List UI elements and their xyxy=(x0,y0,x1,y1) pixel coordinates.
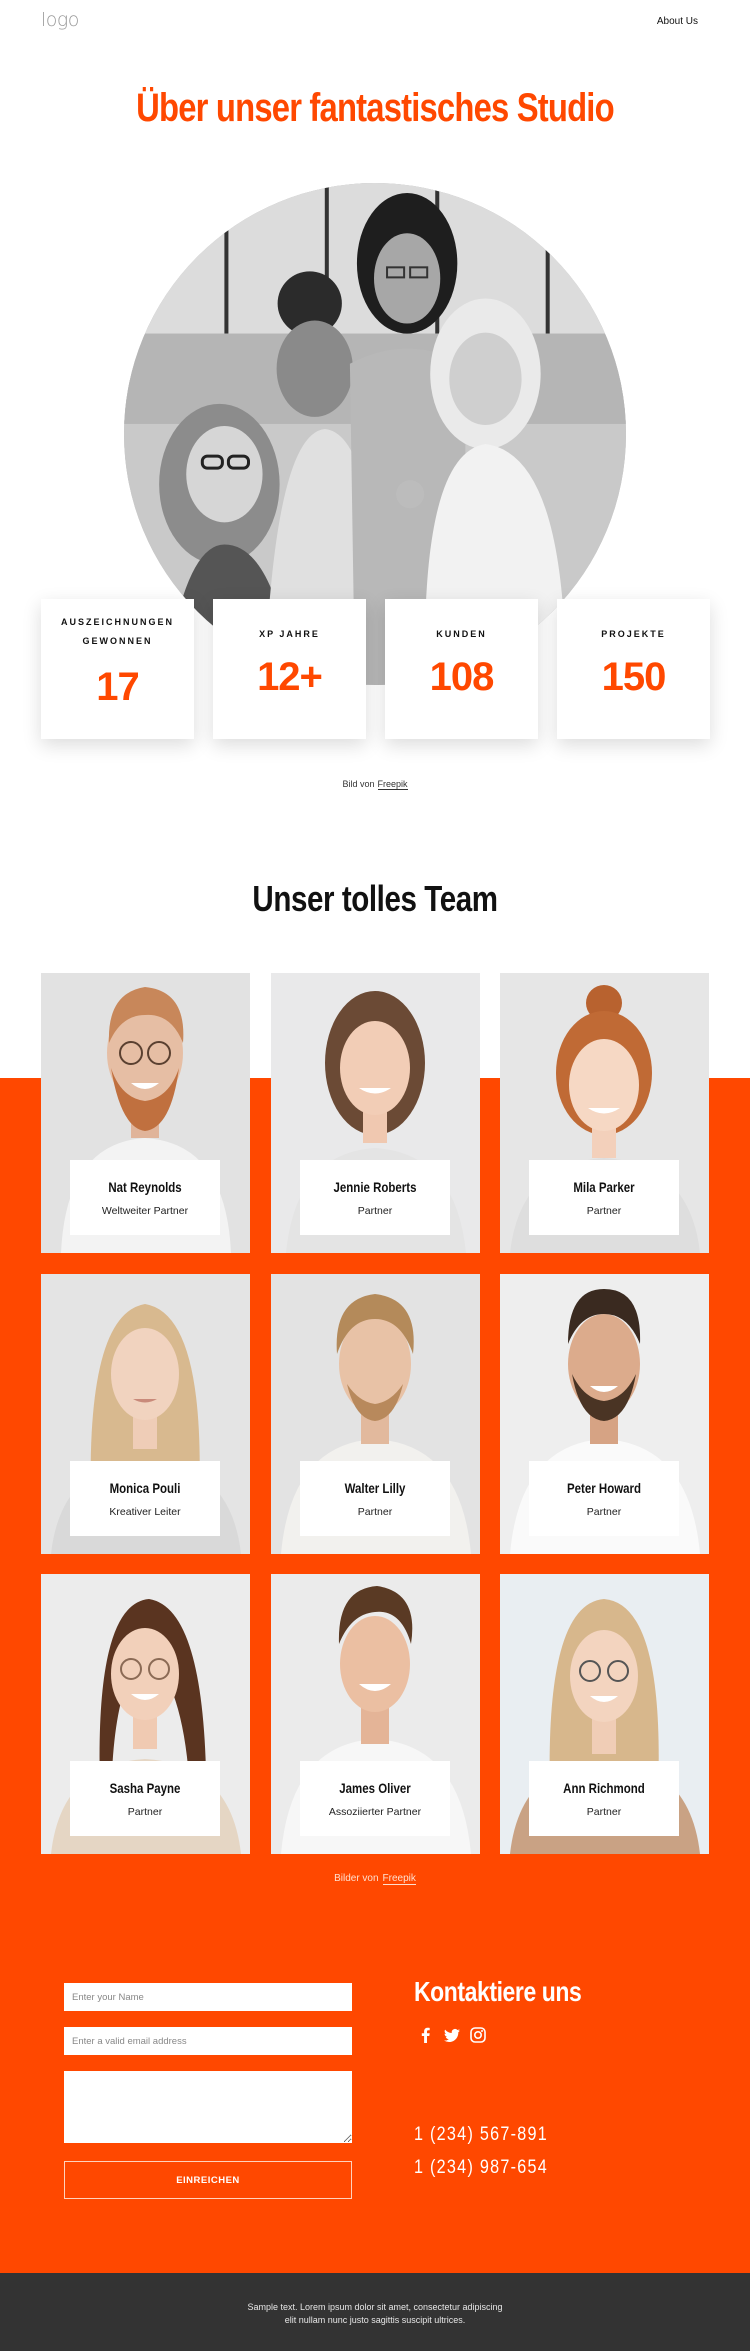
stat-value: 12+ xyxy=(257,655,323,699)
team-member-card: James Oliver Assoziierter Partner xyxy=(271,1574,480,1854)
stat-card-projects: PROJEKTE 150 xyxy=(557,599,710,739)
stats-row: AUSZEICHNUNGEN GEWONNEN 17 XP JAHRE 12+ … xyxy=(41,599,710,739)
member-name: Peter Howard xyxy=(566,1480,642,1496)
member-info-box: Mila Parker Partner xyxy=(529,1160,679,1235)
freepik-link[interactable]: Freepik xyxy=(377,779,408,790)
phone-number[interactable]: 1 (234) 987-654 xyxy=(414,2157,548,2179)
credit-prefix: Bilder von xyxy=(334,1873,379,1884)
stat-card-clients: KUNDEN 108 xyxy=(385,599,538,739)
stat-label: KUNDEN xyxy=(436,629,487,639)
team-member-card: Ann Richmond Partner xyxy=(500,1574,709,1854)
member-role: Weltweiter Partner xyxy=(101,1205,189,1217)
member-name: Sasha Payne xyxy=(109,1780,181,1796)
member-info-box: Nat Reynolds Weltweiter Partner xyxy=(70,1160,220,1235)
stat-value: 108 xyxy=(429,655,495,699)
member-info-box: Peter Howard Partner xyxy=(529,1461,679,1536)
name-input[interactable] xyxy=(64,1983,352,2011)
team-member-card: Nat Reynolds Weltweiter Partner xyxy=(41,973,250,1253)
page-title: Über unser fantastisches Studio xyxy=(136,86,614,130)
phone-number[interactable]: 1 (234) 567-891 xyxy=(414,2124,548,2146)
member-role: Partner xyxy=(357,1506,393,1518)
member-info-box: Walter Lilly Partner xyxy=(300,1461,450,1536)
member-name: Walter Lilly xyxy=(344,1480,406,1496)
hero-image-credit: Bild von Freepik xyxy=(0,779,750,790)
member-role: Kreativer Leiter xyxy=(109,1506,181,1518)
submit-button[interactable]: EINREICHEN xyxy=(64,2161,352,2199)
team-section-title: Unser tolles Team xyxy=(252,878,498,919)
member-info-box: Ann Richmond Partner xyxy=(529,1761,679,1836)
stat-value: 17 xyxy=(96,665,140,709)
member-role: Partner xyxy=(586,1806,622,1818)
footer-text: Sample text. Lorem ipsum dolor sit amet,… xyxy=(247,2302,503,2325)
contact-title: Kontaktiere uns xyxy=(414,1976,582,2007)
site-header: logo About Us xyxy=(0,0,750,50)
facebook-icon[interactable] xyxy=(418,2027,434,2043)
site-footer: Sample text. Lorem ipsum dolor sit amet,… xyxy=(0,2273,750,2351)
member-role: Partner xyxy=(357,1205,393,1217)
member-role: Assoziierter Partner xyxy=(328,1806,422,1818)
freepik-link[interactable]: Freepik xyxy=(382,1873,416,1885)
social-links xyxy=(418,2027,486,2043)
logo[interactable]: logo xyxy=(41,9,79,31)
team-member-card: Mila Parker Partner xyxy=(500,973,709,1253)
stat-card-awards: AUSZEICHNUNGEN GEWONNEN 17 xyxy=(41,599,194,739)
stat-label: PROJEKTE xyxy=(601,629,666,639)
member-name: Jennie Roberts xyxy=(333,1179,417,1195)
member-role: Partner xyxy=(127,1806,163,1818)
member-name: Nat Reynolds xyxy=(108,1179,182,1195)
member-role: Partner xyxy=(586,1205,622,1217)
team-member-card: Jennie Roberts Partner xyxy=(271,973,480,1253)
team-member-card: Monica Pouli Kreativer Leiter xyxy=(41,1274,250,1554)
twitter-icon[interactable] xyxy=(444,2027,460,2043)
instagram-icon[interactable] xyxy=(470,2027,486,2043)
stat-label: AUSZEICHNUNGEN GEWONNEN xyxy=(60,617,174,646)
stat-card-xp-years: XP JAHRE 12+ xyxy=(213,599,366,739)
team-member-card: Sasha Payne Partner xyxy=(41,1574,250,1854)
email-input[interactable] xyxy=(64,2027,352,2055)
message-textarea[interactable] xyxy=(64,2071,352,2143)
member-info-box: Jennie Roberts Partner xyxy=(300,1160,450,1235)
member-name: James Oliver xyxy=(339,1780,411,1796)
member-name: Ann Richmond xyxy=(563,1780,645,1796)
stat-label: XP JAHRE xyxy=(259,629,320,639)
member-role: Partner xyxy=(586,1506,622,1518)
member-info-box: James Oliver Assoziierter Partner xyxy=(300,1761,450,1836)
member-name: Monica Pouli xyxy=(109,1480,181,1496)
team-image-credit: Bilder von Freepik xyxy=(0,1873,750,1885)
member-info-box: Monica Pouli Kreativer Leiter xyxy=(70,1461,220,1536)
credit-prefix: Bild von xyxy=(342,779,375,789)
nav-link-about-us[interactable]: About Us xyxy=(657,16,698,27)
team-member-card: Peter Howard Partner xyxy=(500,1274,709,1554)
team-member-card: Walter Lilly Partner xyxy=(271,1274,480,1554)
member-info-box: Sasha Payne Partner xyxy=(70,1761,220,1836)
stat-value: 150 xyxy=(601,655,667,699)
member-name: Mila Parker xyxy=(573,1179,635,1195)
